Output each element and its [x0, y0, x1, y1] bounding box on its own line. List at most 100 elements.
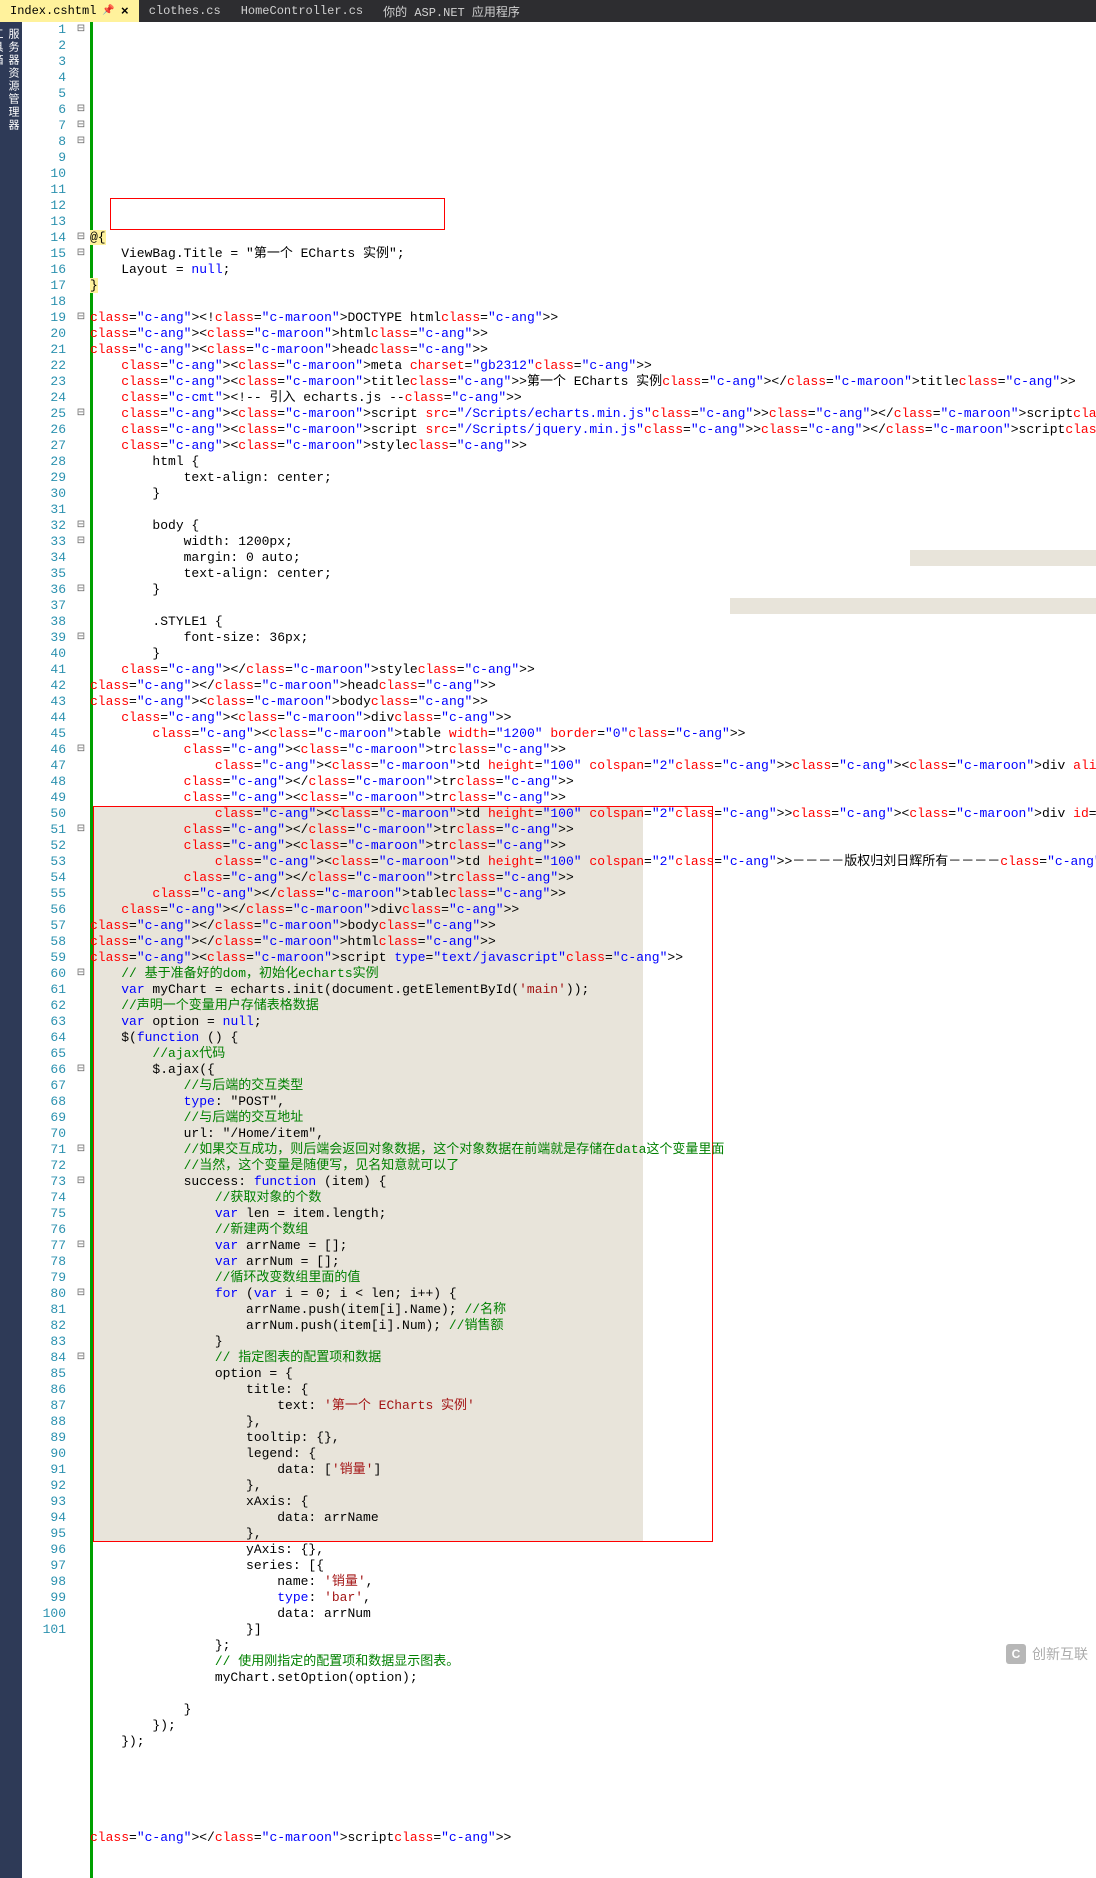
code-line[interactable]: }, [90, 1526, 1096, 1542]
code-line[interactable]: class="c-ang"><class="c-maroon">titlecla… [90, 374, 1096, 390]
side-tab-server-explorer[interactable]: 服务器资源管理器 [4, 28, 20, 1864]
code-line[interactable]: class="c-ang"><class="c-maroon">td heigh… [90, 854, 1096, 870]
code-line[interactable] [90, 1782, 1096, 1798]
code-line[interactable]: } [90, 646, 1096, 662]
code-line[interactable]: } [90, 1702, 1096, 1718]
code-line[interactable]: width: 1200px; [90, 534, 1096, 550]
code-line[interactable]: class="c-ang"><class="c-maroon">script s… [90, 422, 1096, 438]
code-line[interactable]: //新建两个数组 [90, 1222, 1096, 1238]
code-line[interactable]: var len = item.length; [90, 1206, 1096, 1222]
code-line[interactable]: class="c-ang"><class="c-maroon">bodyclas… [90, 694, 1096, 710]
code-line[interactable] [90, 1814, 1096, 1830]
code-line[interactable]: class="c-ang"></class="c-maroon">divclas… [90, 902, 1096, 918]
code-line[interactable]: var arrNum = []; [90, 1254, 1096, 1270]
code-line[interactable]: data: arrName [90, 1510, 1096, 1526]
code-line[interactable]: text: '第一个 ECharts 实例' [90, 1398, 1096, 1414]
code-line[interactable]: @{ [90, 230, 1096, 246]
code-line[interactable]: yAxis: {}, [90, 1542, 1096, 1558]
code-line[interactable]: ViewBag.Title = "第一个 ECharts 实例"; [90, 246, 1096, 262]
code-line[interactable]: class="c-ang"><class="c-maroon">trclass=… [90, 742, 1096, 758]
code-line[interactable]: //ajax代码 [90, 1046, 1096, 1062]
code-line[interactable]: //与后端的交互地址 [90, 1110, 1096, 1126]
code-line[interactable]: //循环改变数组里面的值 [90, 1270, 1096, 1286]
code-line[interactable]: class="c-ang"><class="c-maroon">script t… [90, 950, 1096, 966]
side-tab-toolbox[interactable]: 工具箱 [0, 28, 4, 1864]
code-line[interactable]: class="c-ang"></class="c-maroon">stylecl… [90, 662, 1096, 678]
code-line[interactable]: class="c-ang"><!class="c-maroon">DOCTYPE… [90, 310, 1096, 326]
code-line[interactable]: } [90, 486, 1096, 502]
code-line[interactable]: }, [90, 1478, 1096, 1494]
code-line[interactable]: text-align: center; [90, 566, 1096, 582]
code-line[interactable]: for (var i = 0; i < len; i++) { [90, 1286, 1096, 1302]
code-line[interactable]: class="c-ang"><class="c-maroon">td heigh… [90, 806, 1096, 822]
code-line[interactable]: font-size: 36px; [90, 630, 1096, 646]
tab-active[interactable]: Index.cshtml 📌 × [0, 0, 139, 22]
code-line[interactable]: Layout = null; [90, 262, 1096, 278]
code-line[interactable]: margin: 0 auto; [90, 550, 1096, 566]
code-line[interactable]: .STYLE1 { [90, 614, 1096, 630]
code-line[interactable]: var option = null; [90, 1014, 1096, 1030]
code-line[interactable]: myChart.setOption(option); [90, 1670, 1096, 1686]
code-line[interactable]: } [90, 582, 1096, 598]
code-line[interactable]: class="c-ang"><class="c-maroon">divclass… [90, 710, 1096, 726]
code-line[interactable]: success: function (item) { [90, 1174, 1096, 1190]
code-line[interactable] [90, 1766, 1096, 1782]
code-line[interactable]: //当然，这个变量是随便写，见名知意就可以了 [90, 1158, 1096, 1174]
code-line[interactable]: arrNum.push(item[i].Num); //销售额 [90, 1318, 1096, 1334]
code-line[interactable]: text-align: center; [90, 470, 1096, 486]
code-line[interactable]: class="c-ang"></class="c-maroon">headcla… [90, 678, 1096, 694]
code-line[interactable]: class="c-ang"><class="c-maroon">trclass=… [90, 790, 1096, 806]
code-area[interactable]: @{ ViewBag.Title = "第一个 ECharts 实例"; Lay… [90, 22, 1096, 1878]
code-line[interactable]: } [90, 1334, 1096, 1350]
code-line[interactable]: //声明一个变量用户存储表格数据 [90, 998, 1096, 1014]
code-line[interactable]: url: "/Home/item", [90, 1126, 1096, 1142]
code-line[interactable]: class="c-ang"></class="c-maroon">trclass… [90, 870, 1096, 886]
code-line[interactable]: }); [90, 1734, 1096, 1750]
code-line[interactable]: }] [90, 1622, 1096, 1638]
code-line[interactable]: class="c-ang"><class="c-maroon">headclas… [90, 342, 1096, 358]
code-line[interactable] [90, 294, 1096, 310]
code-line[interactable]: class="c-ang"><class="c-maroon">trclass=… [90, 838, 1096, 854]
code-line[interactable]: //与后端的交互类型 [90, 1078, 1096, 1094]
code-line[interactable]: class="c-ang"></class="c-maroon">htmlcla… [90, 934, 1096, 950]
code-line[interactable] [90, 1686, 1096, 1702]
code-line[interactable]: // 基于准备好的dom，初始化echarts实例 [90, 966, 1096, 982]
code-line[interactable]: class="c-ang"><class="c-maroon">table wi… [90, 726, 1096, 742]
code-line[interactable] [90, 598, 1096, 614]
code-line[interactable]: $.ajax({ [90, 1062, 1096, 1078]
code-line[interactable]: data: ['销量'] [90, 1462, 1096, 1478]
code-line[interactable]: xAxis: { [90, 1494, 1096, 1510]
code-line[interactable]: arrName.push(item[i].Name); //名称 [90, 1302, 1096, 1318]
code-line[interactable]: class="c-ang"><class="c-maroon">td heigh… [90, 758, 1096, 774]
code-line[interactable]: } [90, 278, 1096, 294]
code-line[interactable]: series: [{ [90, 1558, 1096, 1574]
code-line[interactable] [90, 502, 1096, 518]
code-line[interactable]: class="c-ang"><class="c-maroon">stylecla… [90, 438, 1096, 454]
code-line[interactable]: $(function () { [90, 1030, 1096, 1046]
code-line[interactable]: class="c-ang"></class="c-maroon">trclass… [90, 774, 1096, 790]
code-line[interactable]: class="c-cmt"><!-- 引入 echarts.js --class… [90, 390, 1096, 406]
code-line[interactable]: var myChart = echarts.init(document.getE… [90, 982, 1096, 998]
code-line[interactable]: class="c-ang"></class="c-maroon">tablecl… [90, 886, 1096, 902]
code-line[interactable]: // 指定图表的配置项和数据 [90, 1350, 1096, 1366]
code-line[interactable]: //获取对象的个数 [90, 1190, 1096, 1206]
code-line[interactable]: legend: { [90, 1446, 1096, 1462]
code-line[interactable]: //如果交互成功，则后端会返回对象数据，这个对象数据在前端就是存储在data这个… [90, 1142, 1096, 1158]
tab-item[interactable]: clothes.cs [139, 0, 231, 22]
code-line[interactable]: type: "POST", [90, 1094, 1096, 1110]
code-line[interactable]: title: { [90, 1382, 1096, 1398]
code-line[interactable]: tooltip: {}, [90, 1430, 1096, 1446]
code-line[interactable]: class="c-ang"></class="c-maroon">bodycla… [90, 918, 1096, 934]
code-line[interactable]: class="c-ang"></class="c-maroon">scriptc… [90, 1830, 1096, 1846]
code-line[interactable]: class="c-ang"><class="c-maroon">htmlclas… [90, 326, 1096, 342]
code-line[interactable]: }, [90, 1414, 1096, 1430]
code-line[interactable]: }); [90, 1718, 1096, 1734]
code-line[interactable]: name: '销量', [90, 1574, 1096, 1590]
code-line[interactable]: data: arrNum [90, 1606, 1096, 1622]
tab-item[interactable]: HomeController.cs [231, 0, 373, 22]
code-line[interactable]: type: 'bar', [90, 1590, 1096, 1606]
code-line[interactable]: html { [90, 454, 1096, 470]
code-line[interactable]: body { [90, 518, 1096, 534]
code-line[interactable]: var arrName = []; [90, 1238, 1096, 1254]
code-line[interactable]: // 使用刚指定的配置项和数据显示图表。 [90, 1654, 1096, 1670]
